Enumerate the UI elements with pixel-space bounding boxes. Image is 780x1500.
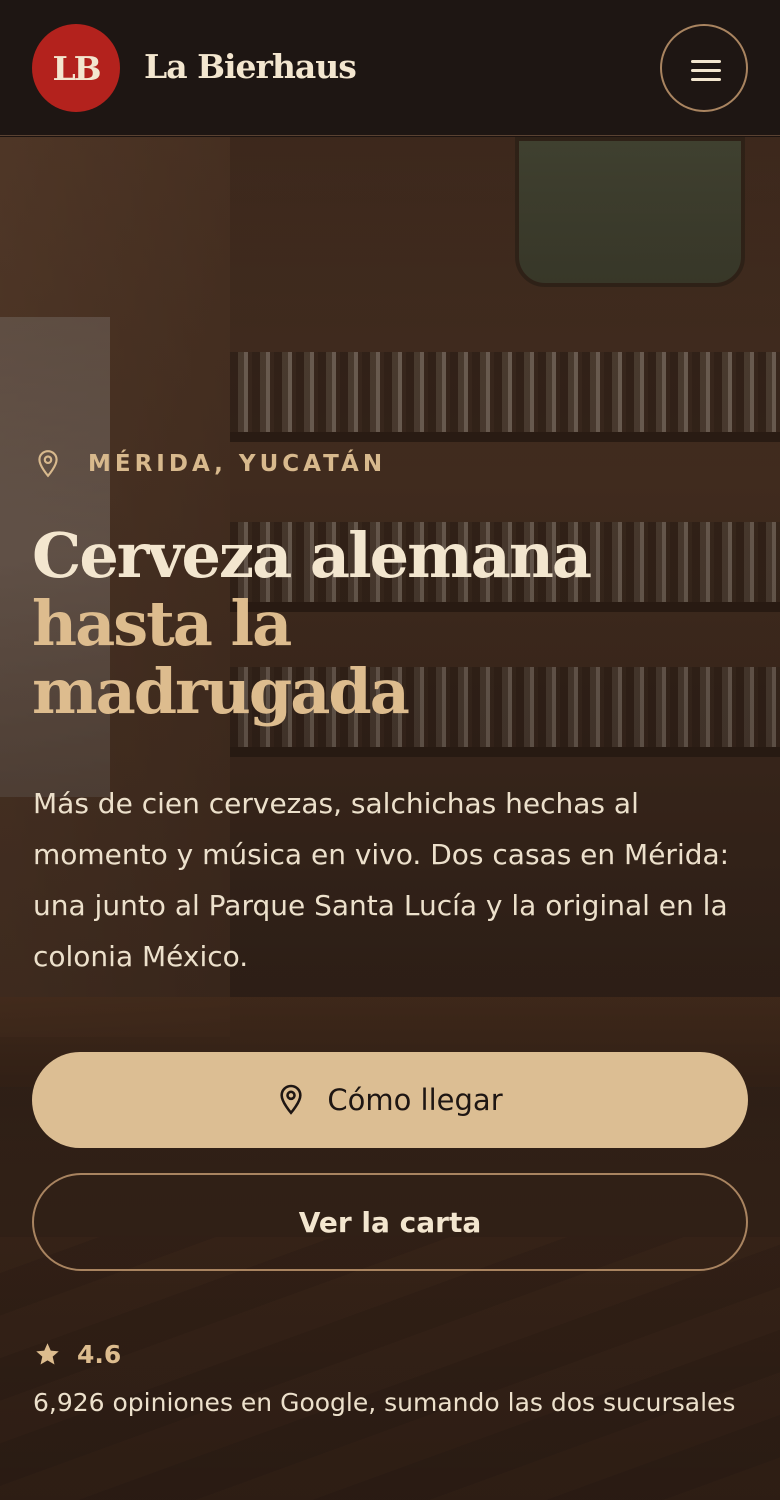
hero-description: Más de cien cervezas, salchichas hechas … xyxy=(33,787,730,973)
brand-name[interactable]: La Bierhaus xyxy=(144,44,357,90)
headline-line-3: madrugada xyxy=(32,655,410,728)
location-text: MÉRIDA, YUCATÁN xyxy=(88,451,387,477)
logo-badge[interactable]: LB xyxy=(32,24,120,112)
map-pin-icon xyxy=(280,1084,302,1115)
rating-value: 4.6 xyxy=(77,1340,122,1369)
menu-card-button[interactable]: Ver la carta xyxy=(32,1173,748,1271)
directions-button-label: Cómo llegar xyxy=(327,1083,503,1117)
headline-line-1: Cerveza alemana xyxy=(32,519,592,592)
location-label: MÉRIDA, YUCATÁN xyxy=(34,448,386,480)
star-icon xyxy=(36,1343,59,1365)
site-header: LB La Bierhaus xyxy=(0,0,780,136)
reviews-count: 6,926 opiniones en Google, sumando las d… xyxy=(33,1388,736,1417)
menu-card-button-label: Ver la carta xyxy=(298,1205,482,1239)
rating: 4.6 xyxy=(34,1340,121,1369)
hero-headline: Cerveza alemana hasta la madrugada xyxy=(32,522,752,726)
headline-line-2: hasta la xyxy=(32,587,292,660)
directions-button[interactable]: Cómo llegar xyxy=(32,1052,748,1148)
menu-button[interactable] xyxy=(660,24,748,112)
map-pin-icon xyxy=(38,450,58,478)
